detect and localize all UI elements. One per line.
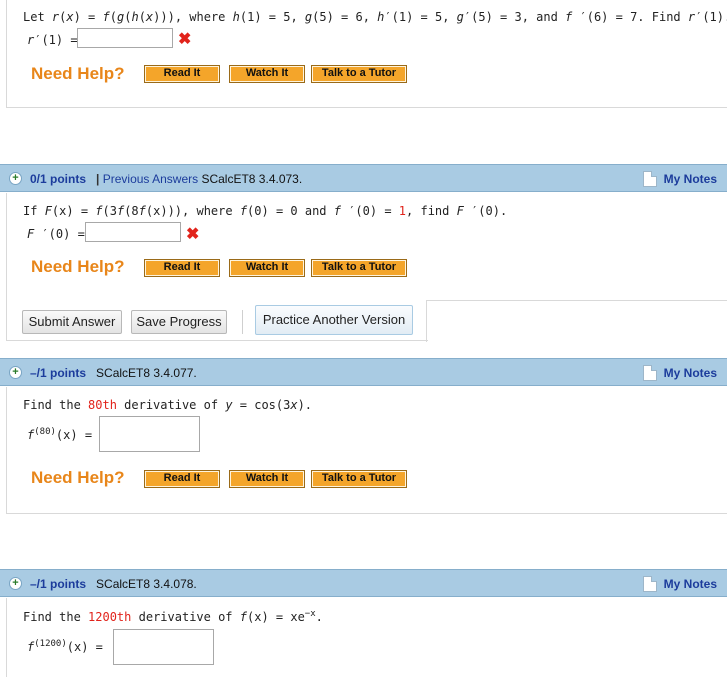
question-header-3: + –/1 points SCalcET8 3.4.077. My Notes <box>0 358 727 386</box>
submit-answer-button[interactable]: Submit Answer <box>22 310 122 334</box>
notes-icon[interactable] <box>643 576 657 592</box>
question-card-4: Find the 1200th derivative of f(x) = xe−… <box>6 598 727 677</box>
question-id: SCalcET8 3.4.077. <box>96 366 197 380</box>
read-it-button[interactable]: Read It <box>144 65 220 83</box>
separator: | <box>96 172 100 186</box>
save-progress-button[interactable]: Save Progress <box>131 310 227 334</box>
action-divider <box>426 300 427 342</box>
notes-icon[interactable] <box>643 171 657 187</box>
my-notes-link[interactable]: My Notes <box>664 165 717 193</box>
answer-label: f(1200)(x) = <box>27 639 103 654</box>
question-card-1: Let r(x) = f(g(h(x))), where h(1) = 5, g… <box>6 0 727 108</box>
need-help-label: Need Help? <box>31 257 125 276</box>
points-text: 0/1 points <box>30 172 87 186</box>
question-header-2: + 0/1 points | Previous Answers SCalcET8… <box>0 164 727 192</box>
previous-answers-link[interactable]: Previous Answers <box>103 172 198 186</box>
question-prompt: Find the 80th derivative of y = cos(3x). <box>23 398 313 412</box>
answer-input[interactable] <box>99 416 200 452</box>
points-area: 0/1 points | Previous Answers SCalcET8 3… <box>30 165 302 193</box>
expand-plus-icon[interactable]: + <box>9 172 22 185</box>
answer-input[interactable] <box>113 629 214 665</box>
question-header-4: + –/1 points SCalcET8 3.4.078. My Notes <box>0 569 727 597</box>
answer-label: f(80)(x) = <box>27 427 93 442</box>
answer-label: F ′(0) = <box>27 227 85 241</box>
my-notes-link[interactable]: My Notes <box>664 570 717 598</box>
need-help-label: Need Help? <box>31 468 125 487</box>
answer-input[interactable] <box>85 222 181 242</box>
watch-it-button[interactable]: Watch It <box>229 65 305 83</box>
notes-icon[interactable] <box>643 365 657 381</box>
answer-label: r′(1) = <box>27 33 78 47</box>
points-text: –/1 points <box>30 577 87 591</box>
need-help-label: Need Help? <box>31 64 125 83</box>
my-notes-link[interactable]: My Notes <box>664 359 717 387</box>
points-text: –/1 points <box>30 366 87 380</box>
question-prompt: If F(x) = f(3f(8f(x))), where f(0) = 0 a… <box>23 204 508 218</box>
question-id: SCalcET8 3.4.078. <box>96 577 197 591</box>
points-area: –/1 points SCalcET8 3.4.078. <box>30 570 197 598</box>
watch-it-button[interactable]: Watch It <box>229 470 305 488</box>
talk-to-tutor-button[interactable]: Talk to a Tutor <box>311 259 407 277</box>
answer-input[interactable] <box>77 28 173 48</box>
expand-plus-icon[interactable]: + <box>9 577 22 590</box>
points-area: –/1 points SCalcET8 3.4.077. <box>30 359 197 387</box>
expand-plus-icon[interactable]: + <box>9 366 22 379</box>
practice-another-version-button[interactable]: Practice Another Version <box>255 305 413 335</box>
watch-it-button[interactable]: Watch It <box>229 259 305 277</box>
talk-to-tutor-button[interactable]: Talk to a Tutor <box>311 65 407 83</box>
action-bottom-line <box>426 300 727 301</box>
question-card-3: Find the 80th derivative of y = cos(3x).… <box>6 387 727 514</box>
talk-to-tutor-button[interactable]: Talk to a Tutor <box>311 470 407 488</box>
question-id: SCalcET8 3.4.073. <box>201 172 303 186</box>
button-divider <box>242 310 243 334</box>
incorrect-x-icon: ✖ <box>186 226 200 243</box>
question-prompt: Let r(x) = f(g(h(x))), where h(1) = 5, g… <box>23 10 727 24</box>
incorrect-x-icon: ✖ <box>178 31 192 48</box>
read-it-button[interactable]: Read It <box>144 259 220 277</box>
read-it-button[interactable]: Read It <box>144 470 220 488</box>
question-prompt: Find the 1200th derivative of f(x) = xe−… <box>23 609 323 624</box>
